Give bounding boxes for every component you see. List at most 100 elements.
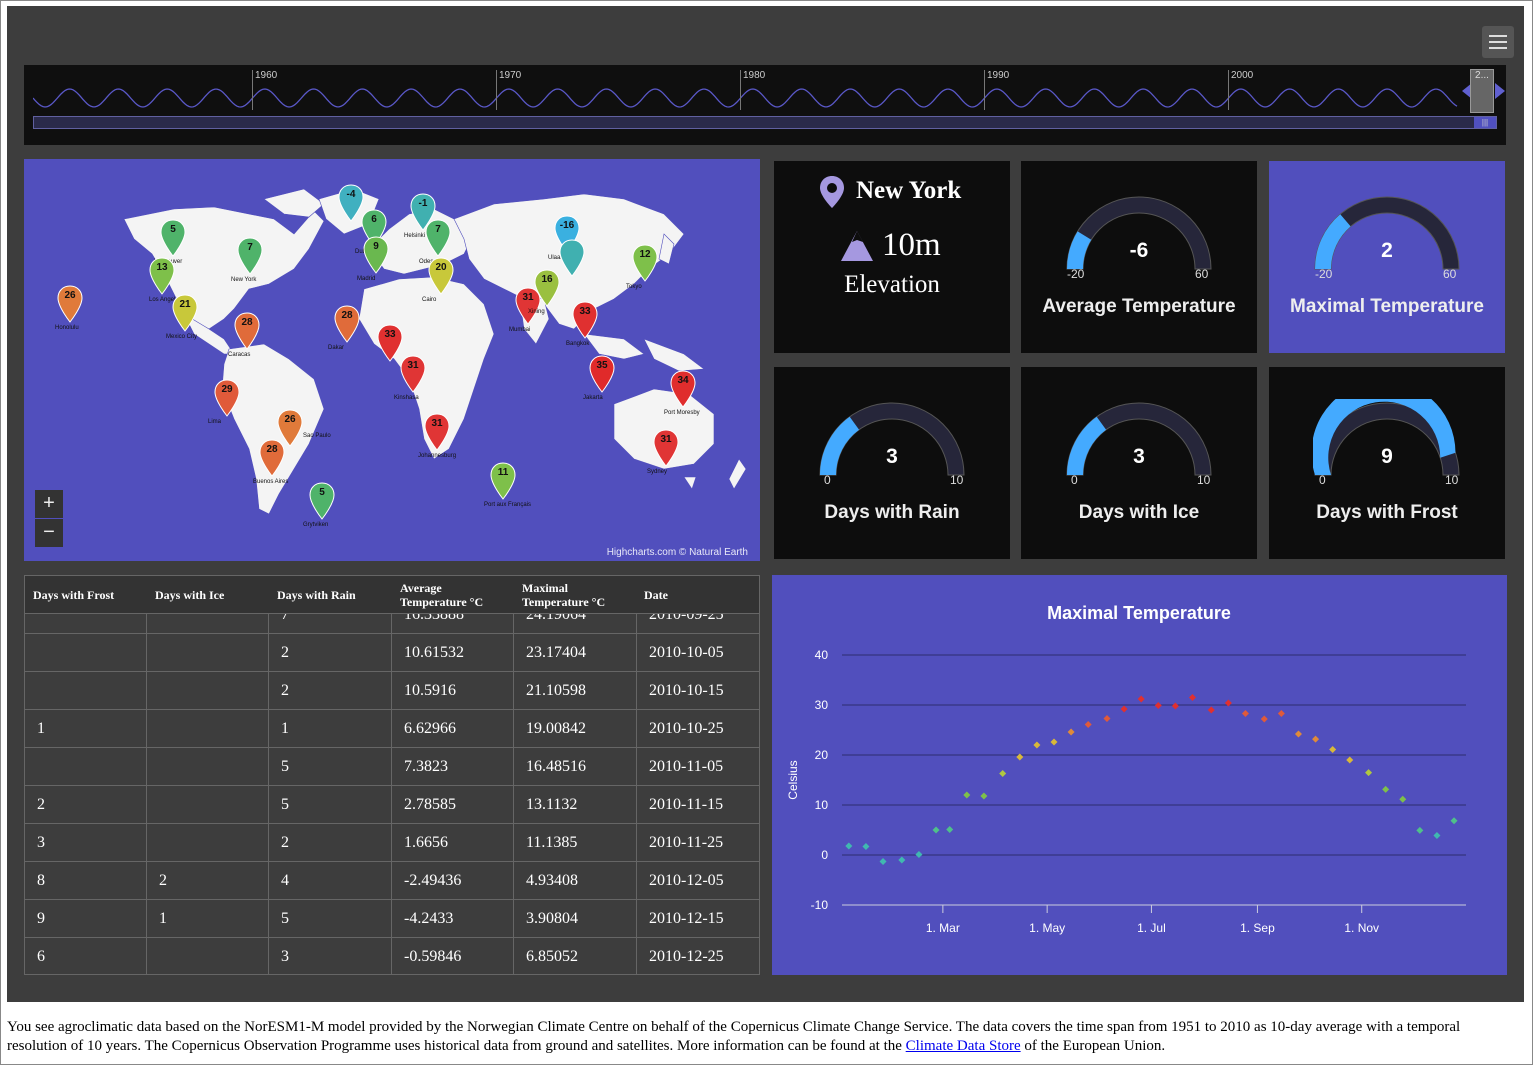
table-cell: 8 bbox=[25, 862, 147, 899]
city-label: Grytviken bbox=[303, 522, 329, 528]
map-pin[interactable]: 7 bbox=[425, 219, 451, 257]
chart-point bbox=[946, 826, 954, 833]
table-row[interactable]: 2 10.61532 23.17404 2010-10-05 bbox=[25, 634, 759, 672]
table-row[interactable]: 8 2 4 -2.49436 4.93408 2010-12-05 bbox=[25, 862, 759, 900]
map-pin[interactable]: 29 bbox=[214, 379, 240, 417]
column-header[interactable]: Maximal Temperature °C bbox=[522, 576, 622, 613]
table-row[interactable]: 1 1 6.62966 19.00842 2010-10-25 bbox=[25, 710, 759, 748]
map-pin[interactable]: 31 bbox=[400, 355, 426, 393]
map-pin[interactable]: 31 bbox=[424, 413, 450, 451]
max-temp-gauge-card[interactable]: 2 -20 60 Maximal Temperature bbox=[1269, 161, 1505, 353]
table-cell bbox=[147, 786, 269, 823]
column-header[interactable]: Days with Ice bbox=[155, 576, 265, 613]
map-pin[interactable]: 28 bbox=[234, 312, 260, 350]
x-tick-label: 1. May bbox=[1029, 921, 1065, 935]
navigator-handle[interactable]: 2... bbox=[1470, 69, 1494, 113]
map-pin[interactable]: 34 bbox=[670, 370, 696, 408]
map-pin[interactable]: 11 bbox=[490, 462, 516, 500]
scrollbar-thumb[interactable]: ||| bbox=[1474, 117, 1496, 128]
table-row[interactable]: 3 2 1.6656 11.1385 2010-11-25 bbox=[25, 824, 759, 862]
pin-value: 26 bbox=[284, 414, 296, 425]
map-pin[interactable] bbox=[559, 239, 585, 277]
gauge-value: 9 bbox=[1381, 445, 1393, 468]
timeline-navigator[interactable]: 1960 1970 1980 1990 2000 2... ||| bbox=[24, 65, 1506, 145]
city-label: New York bbox=[231, 277, 257, 283]
navigator-scrollbar[interactable]: ||| bbox=[33, 116, 1497, 129]
climate-data-store-link[interactable]: Climate Data Store bbox=[906, 1038, 1021, 1054]
table-cell: 2010-12-15 bbox=[637, 900, 759, 937]
footer-text-after: of the European Union. bbox=[1020, 1038, 1166, 1054]
pin-value: 31 bbox=[660, 434, 672, 445]
map-pin[interactable]: 31 bbox=[653, 429, 679, 467]
table-row[interactable]: 2 10.5916 21.10598 2010-10-15 bbox=[25, 672, 759, 710]
table-cell: 2 bbox=[269, 672, 392, 709]
map-pin[interactable]: 13 bbox=[149, 257, 175, 295]
map-pin[interactable]: 16 bbox=[534, 269, 560, 307]
table-header: Days with Frost Days with Ice Days with … bbox=[25, 576, 759, 614]
city-label: Helsinki bbox=[404, 233, 426, 239]
tick-line bbox=[984, 70, 985, 110]
city-label: Caracas bbox=[228, 352, 251, 358]
map-pin[interactable]: 9 bbox=[363, 236, 389, 274]
city-label: Cairo bbox=[422, 297, 437, 303]
table-row[interactable]: 5 7.3823 16.48516 2010-11-05 bbox=[25, 748, 759, 786]
city-label: Port Moresby bbox=[664, 410, 700, 416]
map-pin[interactable]: 28 bbox=[334, 305, 360, 343]
x-tick-label: 1. Mar bbox=[926, 921, 960, 935]
gauge-min: 0 bbox=[824, 473, 831, 487]
rain-gauge-card[interactable]: 3 0 10 Days with Rain bbox=[774, 367, 1010, 559]
column-header[interactable]: Average Temperature °C bbox=[400, 576, 500, 613]
table-row[interactable]: 6 3 -0.59846 6.85052 2010-12-25 bbox=[25, 938, 759, 974]
map-pin[interactable]: 5 bbox=[309, 482, 335, 520]
pin-value: 9 bbox=[373, 241, 379, 252]
table-cell: 3 bbox=[25, 824, 147, 861]
table-cell: 2010-10-05 bbox=[637, 634, 759, 671]
gauge-value: 3 bbox=[1133, 445, 1145, 468]
elevation-label: Elevation bbox=[844, 271, 940, 298]
chart-point bbox=[1382, 785, 1390, 793]
navigator-right-arrow-icon[interactable] bbox=[1495, 83, 1505, 99]
menu-button[interactable] bbox=[1482, 26, 1514, 58]
tick-label: 2000 bbox=[1231, 70, 1254, 81]
map-pin[interactable]: 33 bbox=[572, 301, 598, 339]
column-header[interactable]: Date bbox=[644, 576, 744, 613]
tick-label: 1970 bbox=[499, 70, 522, 81]
table-row[interactable]: 9 1 5 -4.2433 3.90804 2010-12-15 bbox=[25, 900, 759, 938]
map-pin[interactable]: 35 bbox=[589, 355, 615, 393]
frost-gauge-card[interactable]: 9 0 10 Days with Frost bbox=[1269, 367, 1505, 559]
chart-point bbox=[915, 851, 923, 858]
map-pin[interactable]: 21 bbox=[172, 294, 198, 332]
x-tick-label: 1. Nov bbox=[1344, 921, 1379, 935]
table-cell: 2010-12-25 bbox=[637, 938, 759, 974]
gauge-value: 2 bbox=[1381, 239, 1393, 262]
world-map[interactable]: 26Honolulu5Vancouver13Los Angeles21Mexic… bbox=[24, 159, 760, 561]
column-header[interactable]: Days with Frost bbox=[33, 576, 143, 613]
map-pin[interactable]: 5 bbox=[160, 219, 186, 257]
map-pin[interactable]: 7 bbox=[237, 237, 263, 275]
ice-gauge-card[interactable]: 3 0 10 Days with Ice bbox=[1021, 367, 1257, 559]
city-label: Port aux Français bbox=[484, 502, 532, 508]
table-cell bbox=[147, 824, 269, 861]
column-header[interactable]: Days with Rain bbox=[277, 576, 387, 613]
table-cell: 2 bbox=[25, 786, 147, 823]
hamburger-icon-line bbox=[1489, 47, 1507, 49]
mountain-icon bbox=[841, 231, 873, 261]
table-row[interactable]: 2 5 2.78585 13.1132 2010-11-15 bbox=[25, 786, 759, 824]
map-pin[interactable]: 20 bbox=[428, 257, 454, 295]
table-cell: 5 bbox=[269, 786, 392, 823]
map-pin[interactable]: 12 bbox=[632, 244, 658, 282]
table-cell: 2010-10-15 bbox=[637, 672, 759, 709]
data-table[interactable]: 7 16.33888 24.19064 2010-09-25 2 10.61532 23.1… bbox=[24, 575, 760, 975]
map-pin[interactable]: 28 bbox=[259, 439, 285, 477]
zoom-out-button[interactable]: − bbox=[35, 519, 63, 547]
max-temp-chart[interactable]: Maximal Temperature Celsius 40 30 20 10 0 -10 1.… bbox=[772, 575, 1507, 975]
chart-point bbox=[1277, 710, 1285, 717]
chart-point bbox=[1329, 745, 1337, 753]
table-cell: 1.6656 bbox=[392, 824, 514, 861]
pin-value: 21 bbox=[179, 299, 191, 310]
map-pin[interactable]: 26 bbox=[57, 285, 83, 323]
map-credit[interactable]: Highcharts.com © Natural Earth bbox=[607, 547, 748, 558]
city-label: Sydney bbox=[647, 469, 668, 475]
tick-line bbox=[740, 70, 741, 110]
zoom-in-button[interactable]: + bbox=[35, 490, 63, 518]
